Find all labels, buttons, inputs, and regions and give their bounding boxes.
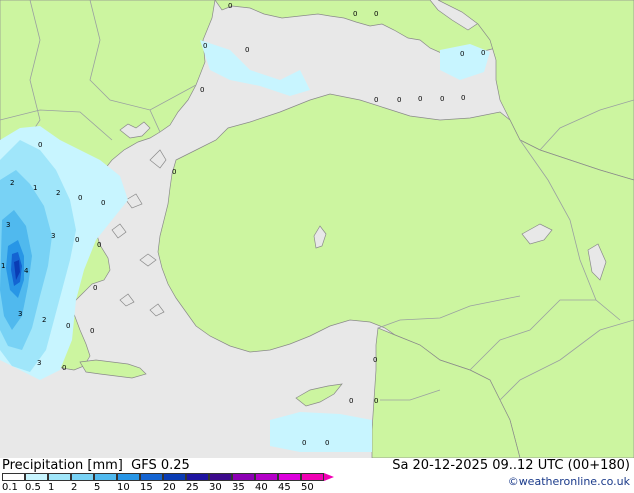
scale-swatch — [186, 473, 209, 481]
svg-text:0: 0 — [93, 284, 97, 292]
svg-text:0: 0 — [481, 49, 485, 57]
scale-swatch — [209, 473, 232, 481]
run-time: Sa 20-12-2025 09..12 UTC (00+180) — [392, 458, 630, 473]
svg-text:0: 0 — [374, 397, 378, 405]
svg-text:0: 0 — [397, 96, 401, 104]
svg-text:0: 0 — [203, 42, 207, 50]
scale-tick-label: 35 — [232, 482, 245, 493]
scale-swatch — [301, 473, 324, 481]
svg-text:0: 0 — [62, 364, 66, 372]
svg-text:0: 0 — [101, 199, 105, 207]
svg-text:0: 0 — [374, 96, 378, 104]
svg-text:0: 0 — [302, 439, 306, 447]
svg-text:2: 2 — [42, 316, 46, 324]
svg-text:1: 1 — [1, 262, 5, 270]
precip-0.1-levant — [270, 412, 372, 452]
scale-swatch — [278, 473, 301, 481]
scale-swatch — [140, 473, 163, 481]
scale-tick-label: 50 — [301, 482, 314, 493]
scale-tick-label: 30 — [209, 482, 222, 493]
scale-swatch — [48, 473, 71, 481]
map-title: Precipitation [mm] GFS 0.25 — [2, 458, 190, 473]
scale-swatch — [117, 473, 140, 481]
scale-tick-label: 5 — [94, 482, 101, 493]
scale-tick-label: 15 — [140, 482, 153, 493]
svg-text:0: 0 — [418, 95, 422, 103]
scale-swatch — [232, 473, 255, 481]
svg-text:0: 0 — [75, 236, 79, 244]
precipitation-map: 0 0 0 0 0 0 0 0 0 0 0 0 0 2 1 2 0 0 3 3 … — [0, 0, 634, 458]
svg-text:0: 0 — [228, 2, 232, 10]
svg-text:0: 0 — [373, 356, 377, 364]
scale-swatch — [2, 473, 25, 481]
svg-text:0: 0 — [97, 241, 101, 249]
svg-text:0: 0 — [172, 168, 176, 176]
svg-text:2: 2 — [56, 189, 60, 197]
scale-tick-label: 2 — [71, 482, 78, 493]
svg-text:0: 0 — [460, 50, 464, 58]
scale-tick-label: 0.5 — [25, 482, 41, 493]
scale-tick-label: 40 — [255, 482, 268, 493]
svg-text:3: 3 — [18, 310, 22, 318]
scale-tick-label: 25 — [186, 482, 199, 493]
svg-text:2: 2 — [10, 179, 14, 187]
scale-tick-label: 10 — [117, 482, 130, 493]
scale-swatch — [94, 473, 117, 481]
svg-text:0: 0 — [78, 194, 82, 202]
scale-arrow-icon — [324, 473, 334, 481]
svg-text:3: 3 — [51, 232, 55, 240]
svg-text:1: 1 — [33, 184, 37, 192]
svg-text:0: 0 — [325, 439, 329, 447]
scale-swatch — [163, 473, 186, 481]
svg-text:0: 0 — [200, 86, 204, 94]
legend-footer: Precipitation [mm] GFS 0.25 Sa 20-12-202… — [0, 458, 634, 493]
svg-text:0: 0 — [349, 397, 353, 405]
svg-text:0: 0 — [440, 95, 444, 103]
svg-text:3: 3 — [37, 359, 41, 367]
scale-tick-label: 20 — [163, 482, 176, 493]
scale-tick-label: 45 — [278, 482, 291, 493]
scale-tick-label: 0.1 — [2, 482, 18, 493]
svg-text:0: 0 — [66, 322, 70, 330]
svg-text:0: 0 — [245, 46, 249, 54]
svg-text:4: 4 — [24, 267, 29, 275]
svg-text:0: 0 — [353, 10, 357, 18]
svg-text:3: 3 — [6, 221, 10, 229]
svg-text:0: 0 — [90, 327, 94, 335]
scale-swatch — [25, 473, 48, 481]
svg-text:0: 0 — [38, 141, 42, 149]
svg-text:0: 0 — [461, 94, 465, 102]
credit-link[interactable]: ©weatheronline.co.uk — [508, 475, 630, 488]
scale-tick-label: 1 — [48, 482, 55, 493]
scale-swatch — [71, 473, 94, 481]
svg-text:0: 0 — [374, 10, 378, 18]
scale-swatch — [255, 473, 278, 481]
